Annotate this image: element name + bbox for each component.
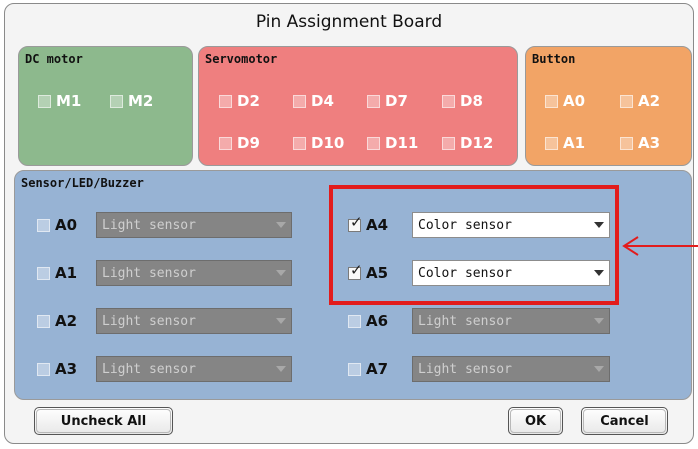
checkbox[interactable] xyxy=(348,314,361,328)
checkbox[interactable] xyxy=(293,94,306,108)
pin-sensor-a2[interactable]: A2 xyxy=(37,309,77,333)
pin-d9[interactable]: D9 xyxy=(219,131,260,155)
dialog-title: Pin Assignment Board xyxy=(255,12,443,32)
pin-d11[interactable]: D11 xyxy=(367,131,418,155)
button-group: Button A0 A2 A1 A3 xyxy=(525,46,692,166)
servomotor-group: Servomotor D2 D4 D7 D8 D9 D10 D11 D12 xyxy=(198,46,518,166)
uncheck-all-button[interactable]: Uncheck All xyxy=(34,407,173,435)
checkbox[interactable] xyxy=(442,94,455,108)
checkbox[interactable] xyxy=(367,94,380,108)
pin-sensor-a0[interactable]: A0 xyxy=(37,213,77,237)
sensor-type-select-a1[interactable]: Light sensor xyxy=(96,260,292,286)
button-group-title: Button xyxy=(532,52,576,66)
checkbox[interactable] xyxy=(545,136,558,150)
dropdown-arrow-icon xyxy=(594,366,604,372)
pin-m2[interactable]: M2 xyxy=(110,89,153,113)
dc-motor-title: DC motor xyxy=(25,52,83,66)
pin-d10[interactable]: D10 xyxy=(293,131,344,155)
servomotor-title: Servomotor xyxy=(205,52,278,66)
highlight-box xyxy=(329,185,619,305)
checkbox[interactable] xyxy=(37,218,50,232)
checkbox[interactable] xyxy=(442,136,455,150)
cancel-button[interactable]: Cancel xyxy=(581,407,668,435)
sensor-type-select-a2[interactable]: Light sensor xyxy=(96,308,292,334)
pin-button-a1[interactable]: A1 xyxy=(545,131,585,155)
sensor-type-select-a3[interactable]: Light sensor xyxy=(96,356,292,382)
pin-button-a2[interactable]: A2 xyxy=(620,89,660,113)
pin-m1[interactable]: M1 xyxy=(38,89,81,113)
pin-sensor-a3[interactable]: A3 xyxy=(37,357,77,381)
pin-sensor-a7[interactable]: A7 xyxy=(348,357,388,381)
ok-button[interactable]: OK xyxy=(508,407,563,435)
checkbox[interactable] xyxy=(110,94,123,108)
left-arrow-icon xyxy=(622,236,698,256)
pin-sensor-a1[interactable]: A1 xyxy=(37,261,77,285)
pin-d12[interactable]: D12 xyxy=(442,131,493,155)
pin-sensor-a6[interactable]: A6 xyxy=(348,309,388,333)
pin-button-a3[interactable]: A3 xyxy=(620,131,660,155)
dropdown-arrow-icon xyxy=(594,318,604,324)
checkbox[interactable] xyxy=(620,94,633,108)
checkbox[interactable] xyxy=(293,136,306,150)
pin-d2[interactable]: D2 xyxy=(219,89,260,113)
checkbox[interactable] xyxy=(37,362,50,376)
checkbox[interactable] xyxy=(348,362,361,376)
sensor-type-select-a0[interactable]: Light sensor xyxy=(96,212,292,238)
checkbox[interactable] xyxy=(38,94,51,108)
pin-d7[interactable]: D7 xyxy=(367,89,408,113)
pin-button-a0[interactable]: A0 xyxy=(545,89,585,113)
sensor-group-title: Sensor/LED/Buzzer xyxy=(21,176,144,190)
checkbox[interactable] xyxy=(545,94,558,108)
checkbox[interactable] xyxy=(219,136,232,150)
checkbox[interactable] xyxy=(620,136,633,150)
dropdown-arrow-icon xyxy=(276,222,286,228)
checkbox[interactable] xyxy=(37,314,50,328)
checkbox[interactable] xyxy=(37,266,50,280)
pin-d8[interactable]: D8 xyxy=(442,89,483,113)
checkbox[interactable] xyxy=(367,136,380,150)
pin-d4[interactable]: D4 xyxy=(293,89,334,113)
dropdown-arrow-icon xyxy=(276,318,286,324)
dropdown-arrow-icon xyxy=(276,366,286,372)
sensor-type-select-a7[interactable]: Light sensor xyxy=(412,356,610,382)
dropdown-arrow-icon xyxy=(276,270,286,276)
sensor-type-select-a6[interactable]: Light sensor xyxy=(412,308,610,334)
checkbox[interactable] xyxy=(219,94,232,108)
dc-motor-group: DC motor M1 M2 xyxy=(18,46,193,166)
